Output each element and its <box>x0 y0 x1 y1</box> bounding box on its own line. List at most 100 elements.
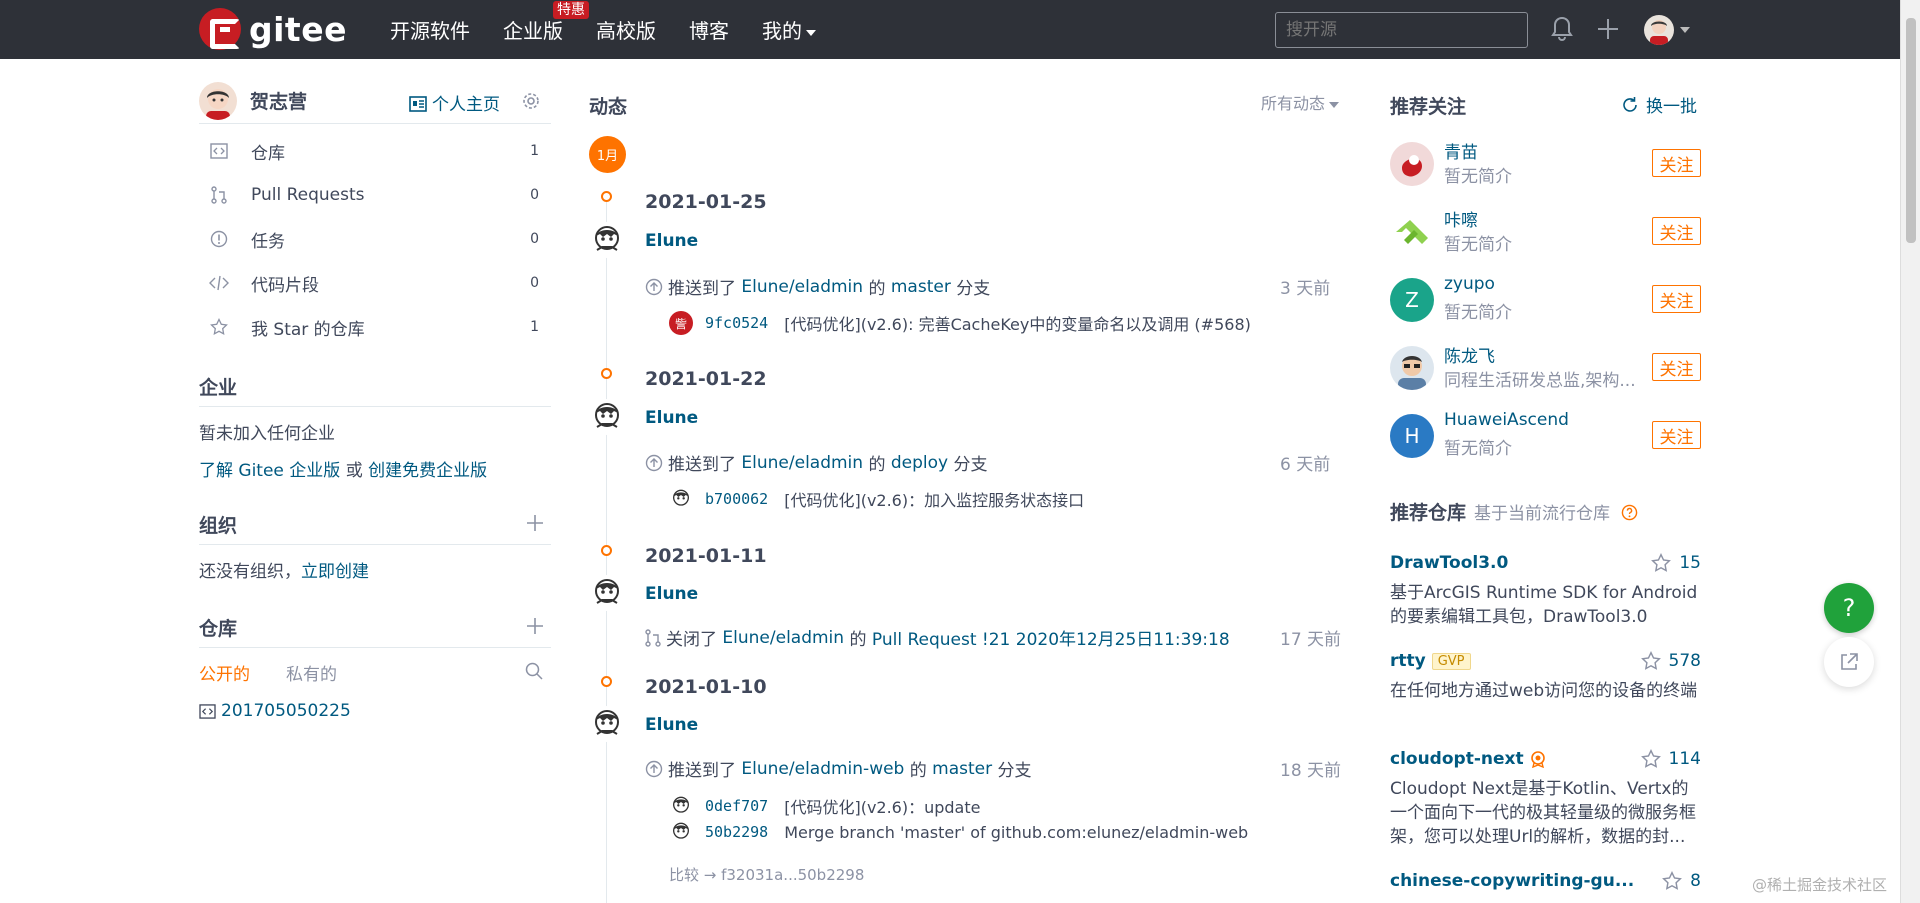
plus-icon[interactable] <box>525 616 545 636</box>
personal-home-link[interactable]: 个人主页 <box>409 90 500 115</box>
recommend-user: Z zyupo 暂无简介 关注 <box>1390 274 1701 334</box>
follow-button[interactable]: 关注 <box>1652 353 1701 381</box>
tab-public[interactable]: 公开的 <box>199 660 250 685</box>
repo-star-button[interactable]: 15 <box>1651 553 1701 573</box>
main-nav: 开源软件 企业版 特惠 高校版 博客 我的 <box>390 0 849 59</box>
user-name[interactable]: 贺志营 <box>250 87 307 114</box>
plus-icon[interactable] <box>1596 17 1620 41</box>
actor-avatar[interactable] <box>589 222 625 258</box>
follow-button[interactable]: 关注 <box>1652 421 1701 449</box>
plus-icon[interactable] <box>525 513 545 533</box>
branch-link[interactable]: master <box>932 759 992 779</box>
sidebar-item-starred[interactable]: 我 Star 的仓库 1 <box>199 305 551 349</box>
scrollbar-thumb[interactable] <box>1906 18 1916 243</box>
repo-icon <box>209 143 229 159</box>
sidebar-item-label: 代码片段 <box>251 275 319 296</box>
chevron-down-icon[interactable] <box>1680 27 1690 33</box>
search-icon[interactable] <box>525 662 543 680</box>
share-button[interactable] <box>1824 637 1874 687</box>
user-name[interactable]: 青苗 <box>1444 138 1478 163</box>
tab-private[interactable]: 私有的 <box>286 660 337 685</box>
commit-sha[interactable]: 50b2298 <box>705 823 768 841</box>
repo-link[interactable]: Elune/eladmin-web <box>741 759 904 779</box>
user-name[interactable]: 陈龙飞 <box>1444 342 1495 367</box>
star-icon <box>1640 651 1661 670</box>
nav-enterprise[interactable]: 企业版 特惠 <box>503 1 589 44</box>
commit-sha[interactable]: b700062 <box>705 490 768 508</box>
gear-icon[interactable] <box>522 92 540 110</box>
actor-avatar[interactable] <box>589 399 625 435</box>
promo-badge: 特惠 <box>553 1 589 19</box>
repo-link[interactable]: cloudopt-next <box>1390 749 1524 769</box>
feed-date: 2021-01-10 <box>645 676 767 698</box>
actor-avatar[interactable] <box>589 575 625 611</box>
committer-avatar[interactable] <box>669 487 693 511</box>
user-avatar[interactable] <box>1390 210 1434 254</box>
branch-link[interactable]: deploy <box>891 453 948 473</box>
feed-filter-label: 所有动态 <box>1261 94 1326 113</box>
actor-name[interactable]: Elune <box>645 231 698 251</box>
user-avatar[interactable]: Z <box>1390 278 1434 322</box>
user-name[interactable]: zyupo <box>1444 274 1495 294</box>
user-avatar[interactable] <box>1644 15 1674 45</box>
actor-avatar[interactable] <box>589 706 625 742</box>
repo-star-button[interactable]: 578 <box>1640 651 1701 671</box>
nav-mine[interactable]: 我的 <box>762 15 816 44</box>
pull-request-link[interactable]: Pull Request !21 2020年12月25日11:39:18 <box>872 625 1230 650</box>
refresh-button[interactable]: 换一批 <box>1620 92 1697 117</box>
user-name[interactable]: HuaweiAscend <box>1444 410 1569 430</box>
committer-avatar[interactable]: 訾 <box>669 311 693 335</box>
help-button[interactable]: ? <box>1824 583 1874 633</box>
gvp-badge: GVP <box>1431 652 1471 670</box>
commit-sha[interactable]: 0def707 <box>705 797 768 815</box>
nav-open-source[interactable]: 开源软件 <box>390 15 470 44</box>
nav-blog[interactable]: 博客 <box>689 15 729 44</box>
repo-star-button[interactable]: 114 <box>1640 749 1701 769</box>
branch-link[interactable]: master <box>891 277 951 297</box>
user-avatar[interactable] <box>1390 346 1434 390</box>
search-input[interactable] <box>1275 12 1528 48</box>
create-org-link[interactable]: 立即创建 <box>301 562 369 582</box>
question-icon[interactable] <box>1621 504 1638 521</box>
sidebar-item-snippets[interactable]: 代码片段 0 <box>199 261 551 305</box>
commit-message: [代码优化](v2.6)：update <box>784 798 981 817</box>
compare-link[interactable]: 比较 → f32031a...50b2298 <box>669 864 864 885</box>
repo-link[interactable]: rtty <box>1390 651 1426 671</box>
repo-list-item[interactable]: 201705050225 <box>199 701 551 721</box>
repo-link[interactable]: Elune/eladmin <box>741 453 863 473</box>
actor-name[interactable]: Elune <box>645 715 698 735</box>
actor-name[interactable]: Elune <box>645 584 698 604</box>
sidebar-item-issues[interactable]: 任务 0 <box>199 217 551 261</box>
repo-desc: Cloudopt Next是基于Kotlin、Vertx的一个面向下一代的极其轻… <box>1390 779 1696 847</box>
sidebar-item-repos[interactable]: 仓库 1 <box>199 129 551 173</box>
user-avatar[interactable]: H <box>1390 414 1434 458</box>
user-name[interactable]: 咔嚓 <box>1444 206 1478 231</box>
repo-star-button[interactable]: 8 <box>1662 871 1701 891</box>
repo-link[interactable]: chinese-copywriting-gu... <box>1390 871 1634 891</box>
gitee-logo[interactable]: gitee <box>199 8 347 50</box>
actor-name[interactable]: Elune <box>645 408 698 428</box>
page-scrollbar[interactable] <box>1900 0 1920 903</box>
user-avatar[interactable] <box>1390 142 1434 186</box>
committer-avatar[interactable] <box>669 820 693 844</box>
sidebar-item-pull-requests[interactable]: Pull Requests 0 <box>199 173 551 217</box>
action-text: 推送到了 <box>668 455 736 475</box>
commit-sha[interactable]: 9fc0524 <box>705 314 768 332</box>
repo-link[interactable]: Elune/eladmin <box>741 277 863 297</box>
committer-avatar[interactable] <box>669 794 693 818</box>
repo-link[interactable]: 201705050225 <box>221 701 351 721</box>
bell-icon[interactable] <box>1551 16 1573 42</box>
create-enterprise-link[interactable]: 创建免费企业版 <box>368 461 487 481</box>
watermark: @稀土掘金技术社区 <box>1752 876 1888 894</box>
nav-education[interactable]: 高校版 <box>596 15 656 44</box>
follow-button[interactable]: 关注 <box>1652 149 1701 177</box>
learn-enterprise-link[interactable]: 了解 Gitee 企业版 <box>199 461 340 481</box>
gitee-logo-icon <box>199 8 241 50</box>
repo-link[interactable]: DrawTool3.0 <box>1390 553 1508 573</box>
commit-row: 50b2298 Merge branch 'master' of github.… <box>669 820 1248 844</box>
user-avatar[interactable] <box>199 81 237 120</box>
follow-button[interactable]: 关注 <box>1652 217 1701 245</box>
feed-filter-dropdown[interactable]: 所有动态 <box>1261 90 1340 114</box>
follow-button[interactable]: 关注 <box>1652 285 1701 313</box>
repo-link[interactable]: Elune/eladmin <box>722 628 844 648</box>
